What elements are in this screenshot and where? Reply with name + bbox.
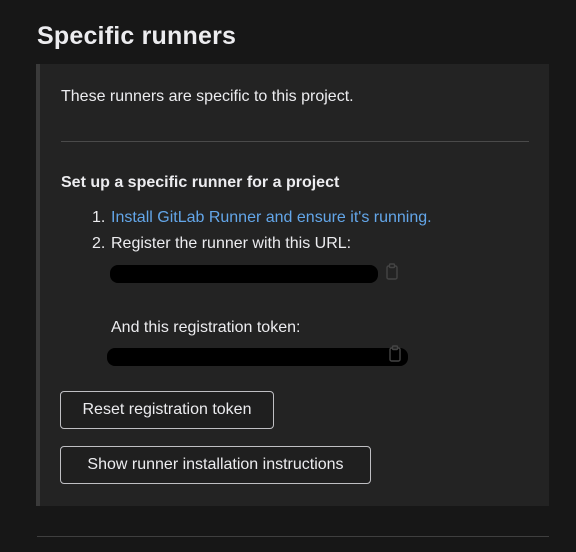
setup-heading: Set up a specific runner for a project [61, 174, 340, 191]
section-title: Specific runners [37, 22, 237, 50]
divider [61, 141, 529, 142]
reset-registration-token-button[interactable]: Reset registration token [60, 391, 274, 429]
install-runner-link[interactable]: Install GitLab Runner and ensure it's ru… [111, 209, 432, 227]
step-number: 2. [92, 235, 106, 252]
intro-text: These runners are specific to this proje… [61, 88, 354, 105]
clipboard-icon[interactable] [384, 263, 400, 281]
step-number: 1. [92, 209, 106, 226]
registration-token-label: And this registration token: [111, 319, 301, 336]
divider [37, 536, 549, 537]
register-url-label: Register the runner with this URL: [111, 235, 352, 252]
show-runner-installation-instructions-button[interactable]: Show runner installation instructions [60, 446, 371, 484]
registration-url-redacted [110, 265, 378, 283]
registration-token-redacted [107, 348, 408, 366]
specific-runners-panel: These runners are specific to this proje… [36, 64, 549, 506]
clipboard-icon[interactable] [387, 345, 403, 363]
page: Specific runners These runners are speci… [0, 0, 576, 552]
